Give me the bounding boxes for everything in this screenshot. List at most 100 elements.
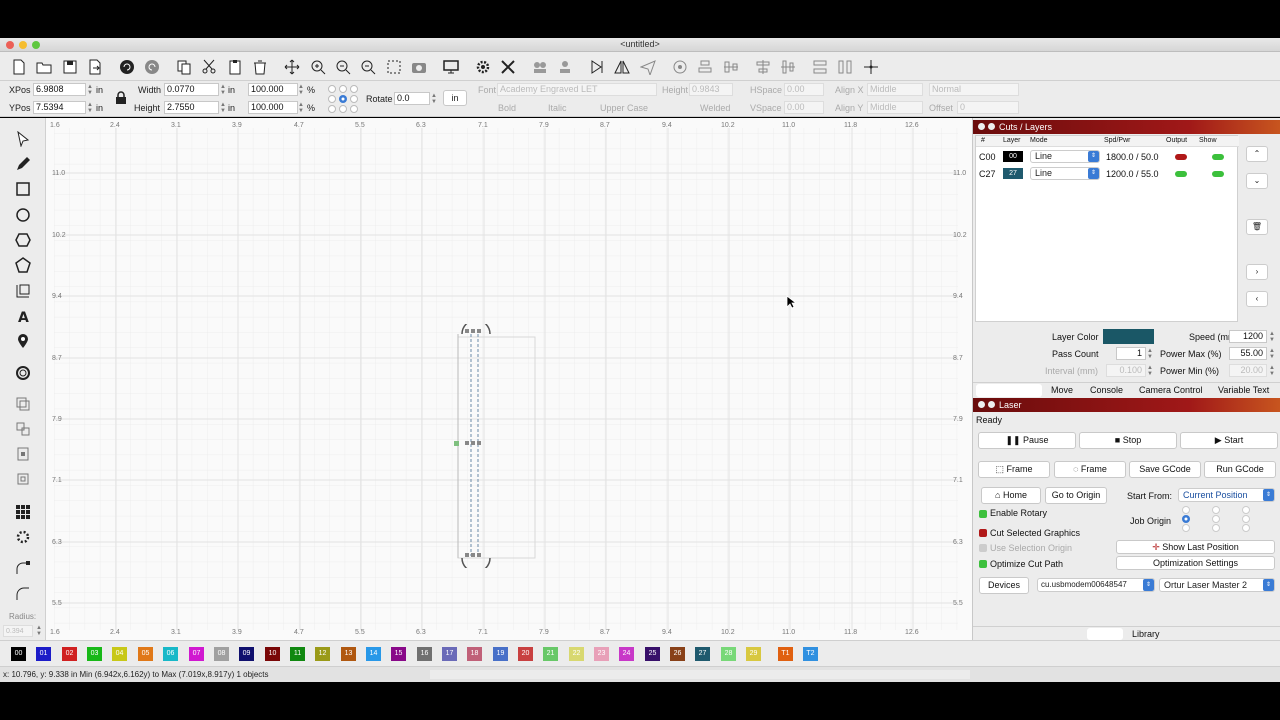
rotate-stepper[interactable]: ▲ ▼ xyxy=(431,93,437,105)
same-height-icon[interactable] xyxy=(836,58,854,76)
tab-library[interactable]: Library xyxy=(1132,629,1160,639)
anchor-point-selector[interactable] xyxy=(327,84,359,114)
palette-swatch[interactable]: 03 xyxy=(87,647,102,661)
boolean-ring-icon[interactable] xyxy=(14,364,32,382)
close-panel-icon[interactable] xyxy=(978,123,985,130)
mirror-icon[interactable] xyxy=(613,58,631,76)
flip-horizontal-icon[interactable] xyxy=(588,58,606,76)
redo-icon[interactable] xyxy=(143,58,161,76)
power-min-field[interactable]: 20.00 xyxy=(1229,364,1267,377)
go-to-origin-button[interactable]: Go to Origin xyxy=(1045,487,1107,504)
tab-camera-control[interactable]: Camera Control xyxy=(1139,385,1203,395)
speed-field[interactable]: 1200 xyxy=(1229,330,1267,343)
select-arrow-icon[interactable] xyxy=(14,130,32,148)
save-icon[interactable] xyxy=(61,58,79,76)
mode-select[interactable]: Line ⇕ xyxy=(1030,167,1100,180)
run-gcode-button[interactable]: Run GCode xyxy=(1204,461,1276,478)
palette-swatch[interactable]: 06 xyxy=(163,647,178,661)
palette-swatch[interactable]: 24 xyxy=(619,647,634,661)
palette-swatch[interactable]: 26 xyxy=(670,647,685,661)
same-width-icon[interactable] xyxy=(811,58,829,76)
export-icon[interactable] xyxy=(86,58,104,76)
rotate-field[interactable]: 0.0 xyxy=(394,92,430,105)
font-select[interactable]: Academy Engraved LET xyxy=(497,83,657,96)
table-row[interactable]: C27 27 Line ⇕ 1200.0 / 55.0 xyxy=(976,165,1239,182)
tab-active[interactable] xyxy=(976,384,1042,397)
palette-swatch[interactable]: 13 xyxy=(341,647,356,661)
alignx-select[interactable]: Middle xyxy=(867,83,923,96)
pentagon-tool-icon[interactable] xyxy=(14,256,32,274)
text-height-field[interactable]: 0.9843 xyxy=(689,83,733,96)
zoom-in-icon[interactable] xyxy=(309,58,327,76)
palette-swatch[interactable]: 19 xyxy=(493,647,508,661)
grid-array-icon[interactable] xyxy=(14,503,32,521)
palette-swatch[interactable]: 02 xyxy=(62,647,77,661)
align-center-icon[interactable] xyxy=(696,58,714,76)
float-panel-icon[interactable] xyxy=(988,401,995,408)
offset-tool-icon[interactable] xyxy=(14,282,32,300)
power-max-stepper[interactable]: ▲ ▼ xyxy=(1269,348,1275,360)
palette-swatch[interactable]: 25 xyxy=(645,647,660,661)
layer-color-swatch[interactable] xyxy=(1103,329,1154,344)
palette-swatch[interactable]: 14 xyxy=(366,647,381,661)
send-icon[interactable] xyxy=(639,58,657,76)
height-field[interactable]: 2.7550 xyxy=(164,101,219,114)
corner-radius-icon[interactable] xyxy=(14,585,32,603)
upper-case-option[interactable]: Upper Case xyxy=(600,103,648,113)
xpos-field[interactable]: 6.9808 xyxy=(33,83,86,96)
text-style-select[interactable]: Normal xyxy=(929,83,1019,96)
pass-count-field[interactable]: 1 xyxy=(1116,347,1146,360)
save-gcode-button[interactable]: Save GCode xyxy=(1129,461,1201,478)
undo-icon[interactable] xyxy=(118,58,136,76)
palette-swatch[interactable]: 04 xyxy=(112,647,127,661)
monitor-icon[interactable] xyxy=(442,58,460,76)
frame-rect-button[interactable]: ⬚ Frame xyxy=(978,461,1050,478)
design-canvas[interactable]: 1.6 2.4 3.1 3.9 4.7 5.5 6.3 7.1 7.9 8.7 … xyxy=(46,118,972,640)
scale-x-stepper[interactable]: ▲ ▼ xyxy=(298,84,304,96)
new-file-icon[interactable] xyxy=(10,58,28,76)
devices-button[interactable]: Devices xyxy=(979,577,1029,594)
copy-along-path-icon[interactable] xyxy=(14,395,32,413)
cut-selected-checkbox[interactable] xyxy=(979,529,987,537)
job-origin-selector[interactable] xyxy=(1181,505,1253,533)
palette-swatch[interactable]: 01 xyxy=(36,647,51,661)
ypos-field[interactable]: 7.5394 xyxy=(33,101,86,114)
polygon-tool-icon[interactable] xyxy=(14,231,32,249)
tab-active[interactable] xyxy=(1087,628,1123,640)
layer-delete-button[interactable]: 🗑 xyxy=(1246,219,1268,235)
interval-field[interactable]: 0.100 xyxy=(1106,364,1146,377)
layer-expand-button[interactable]: › xyxy=(1246,264,1268,280)
xpos-stepper[interactable]: ▲ ▼ xyxy=(87,84,93,96)
frame-circle-button[interactable]: ◌ Frame xyxy=(1054,461,1126,478)
palette-swatch[interactable]: 22 xyxy=(569,647,584,661)
tab-move[interactable]: Move xyxy=(1051,385,1073,395)
palette-swatch[interactable]: 23 xyxy=(594,647,609,661)
tools-icon[interactable] xyxy=(499,58,517,76)
palette-swatch[interactable]: 27 xyxy=(695,647,710,661)
camera-icon[interactable] xyxy=(410,58,428,76)
delete-icon[interactable] xyxy=(251,58,269,76)
offset-field[interactable]: 0 xyxy=(957,101,1019,114)
palette-swatch[interactable]: 08 xyxy=(214,647,229,661)
weld-icon[interactable] xyxy=(14,445,32,463)
group-icon[interactable] xyxy=(531,58,549,76)
palette-swatch[interactable]: 29 xyxy=(746,647,761,661)
palette-swatch[interactable]: 15 xyxy=(391,647,406,661)
palette-swatch[interactable]: 09 xyxy=(239,647,254,661)
palette-swatch[interactable]: T1 xyxy=(778,647,793,661)
start-button[interactable]: ▶ Start xyxy=(1180,432,1278,449)
text-tool-icon[interactable]: A xyxy=(14,307,32,325)
interval-stepper[interactable]: ▲ ▼ xyxy=(1147,365,1153,377)
pause-button[interactable]: ❚❚ Pause xyxy=(978,432,1076,449)
palette-swatch[interactable]: 17 xyxy=(442,647,457,661)
cut-icon[interactable] xyxy=(200,58,218,76)
mode-select[interactable]: Line ⇕ xyxy=(1030,150,1100,163)
palette-swatch[interactable]: 05 xyxy=(138,647,153,661)
italic-option[interactable]: Italic xyxy=(548,103,567,113)
height-stepper[interactable]: ▲ ▼ xyxy=(220,102,226,114)
radius-stepper[interactable]: ▲ ▼ xyxy=(36,625,42,637)
output-toggle[interactable] xyxy=(1175,154,1187,160)
bold-option[interactable]: Bold xyxy=(498,103,516,113)
copy-icon[interactable] xyxy=(175,58,193,76)
tab-console[interactable]: Console xyxy=(1090,385,1123,395)
